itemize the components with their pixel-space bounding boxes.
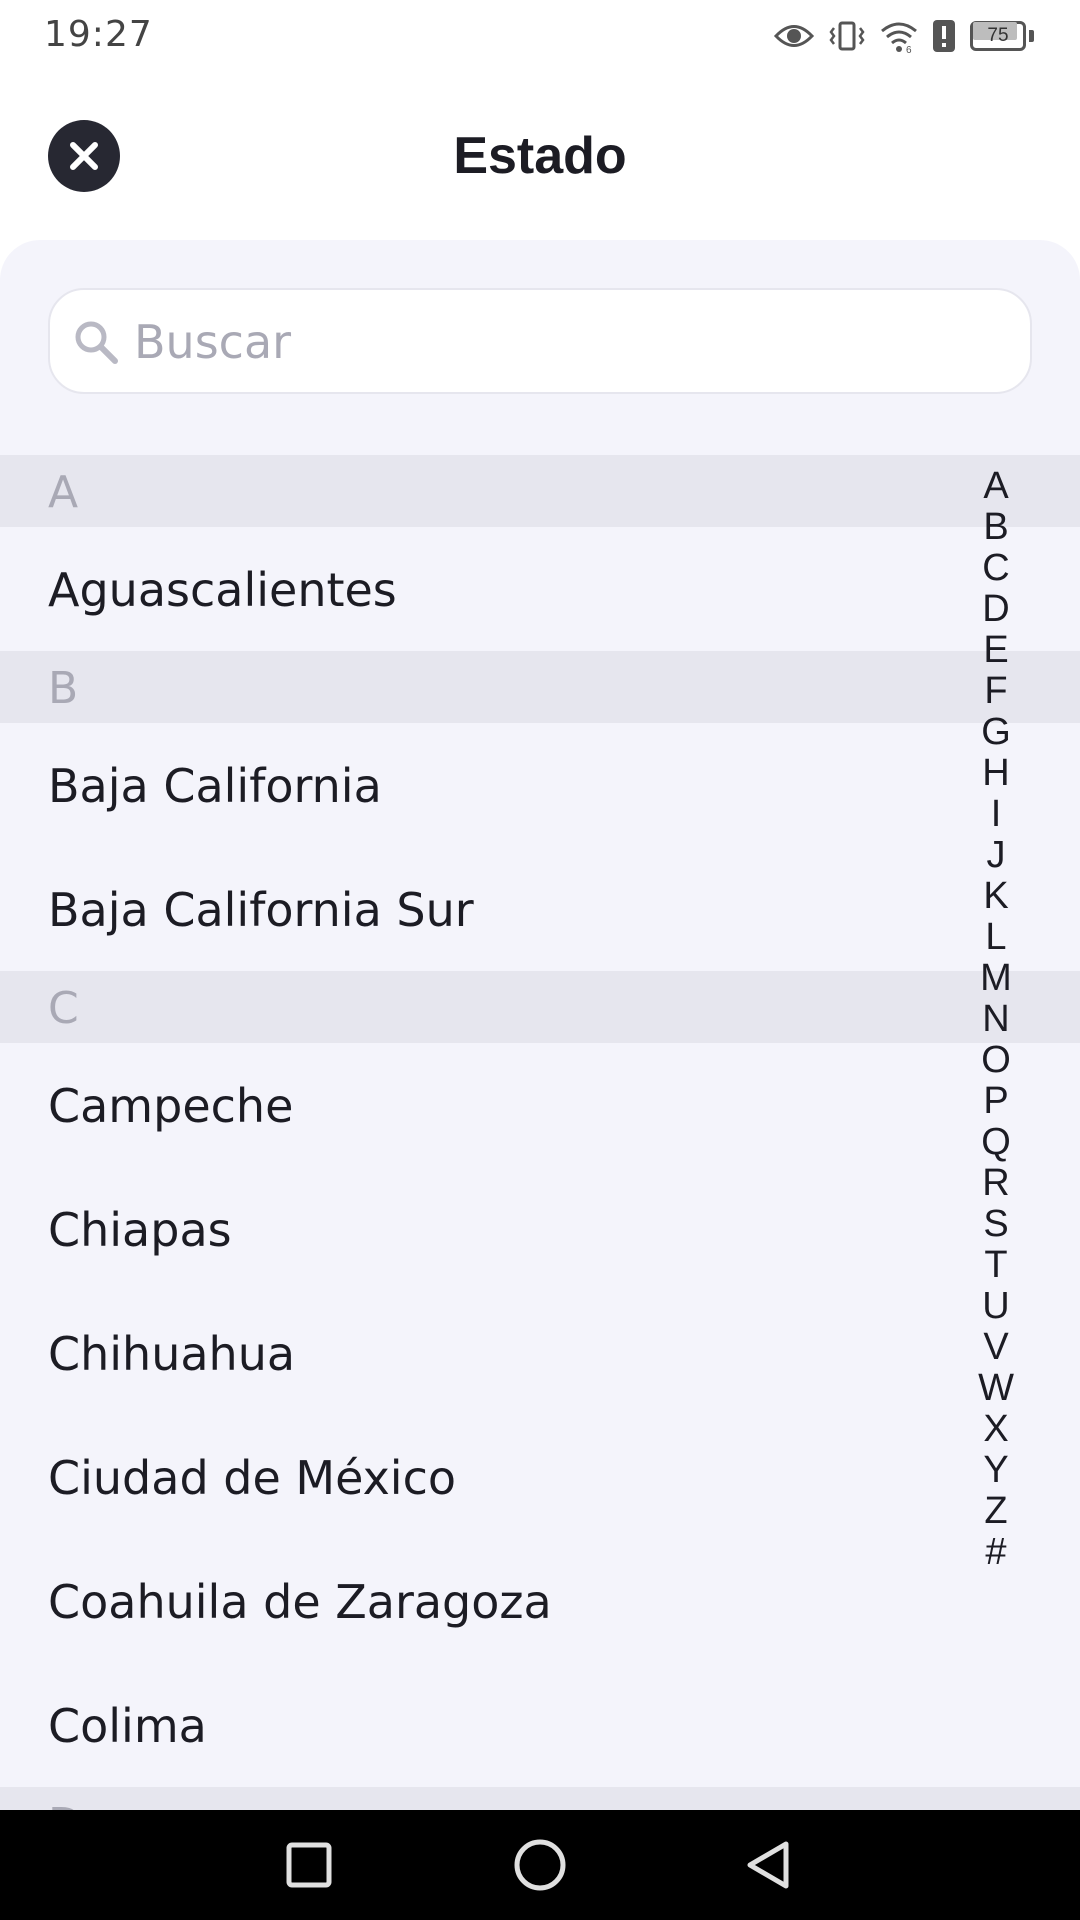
- state-picker-panel: A Aguascalientes B Baja California Baja …: [0, 240, 1080, 1810]
- wifi-icon: 6: [881, 22, 917, 53]
- list-item-label: Ciudad de México: [48, 1451, 457, 1505]
- section-letter: D: [48, 1799, 82, 1810]
- index-letter-d[interactable]: D: [982, 589, 1009, 630]
- index-letter-w[interactable]: W: [978, 1368, 1014, 1409]
- list-item-label: Chihuahua: [48, 1327, 296, 1381]
- section-header-d: D: [0, 1787, 1080, 1810]
- index-letter-z[interactable]: Z: [984, 1491, 1007, 1532]
- index-letter-h[interactable]: H: [982, 753, 1009, 794]
- alert-icon: [933, 20, 955, 52]
- section-letter: C: [48, 983, 79, 1034]
- index-letter-s[interactable]: S: [983, 1204, 1008, 1245]
- section-header-a: A: [0, 455, 1080, 527]
- index-letter-u[interactable]: U: [982, 1286, 1009, 1327]
- list-item-label: Baja California Sur: [48, 883, 474, 937]
- index-letter-i[interactable]: I: [991, 794, 1002, 835]
- state-list: A Aguascalientes B Baja California Baja …: [0, 455, 1080, 1810]
- list-item-aguascalientes[interactable]: Aguascalientes: [0, 527, 1080, 651]
- back-button[interactable]: [714, 1810, 824, 1920]
- recent-apps-icon: [286, 1842, 332, 1888]
- section-header-b: B: [0, 651, 1080, 723]
- index-letter-y[interactable]: Y: [983, 1450, 1008, 1491]
- status-bar: 19:27 6 75: [0, 0, 1080, 76]
- search-icon: [75, 321, 118, 364]
- index-letter-c[interactable]: C: [982, 548, 1009, 589]
- index-letter-n[interactable]: N: [982, 999, 1009, 1040]
- index-letter-v[interactable]: V: [983, 1327, 1008, 1368]
- index-letter-l[interactable]: L: [985, 917, 1006, 958]
- back-icon: [747, 1841, 789, 1889]
- index-letter-g[interactable]: G: [981, 712, 1011, 753]
- section-letter: A: [48, 467, 79, 518]
- index-letter-k[interactable]: K: [983, 876, 1008, 917]
- index-letter-a[interactable]: A: [983, 466, 1008, 507]
- eye-icon: [774, 25, 814, 47]
- svg-text:6: 6: [906, 45, 912, 53]
- list-item-chihuahua[interactable]: Chihuahua: [0, 1291, 1080, 1415]
- list-item-chiapas[interactable]: Chiapas: [0, 1167, 1080, 1291]
- search-input[interactable]: [132, 290, 1016, 394]
- index-letter-f[interactable]: F: [984, 671, 1007, 712]
- index-letter-m[interactable]: M: [980, 958, 1012, 999]
- vibrate-icon: [829, 21, 865, 51]
- index-letter-o[interactable]: O: [981, 1040, 1011, 1081]
- list-item-label: Colima: [48, 1699, 207, 1753]
- index-letter-b[interactable]: B: [983, 507, 1008, 548]
- battery-level: 75: [987, 25, 1009, 46]
- index-letter-r[interactable]: R: [982, 1163, 1009, 1204]
- header: Estado: [0, 96, 1080, 226]
- index-letter-q[interactable]: Q: [981, 1122, 1011, 1163]
- home-icon: [514, 1839, 566, 1891]
- list-item-campeche[interactable]: Campeche: [0, 1043, 1080, 1167]
- home-button[interactable]: [485, 1810, 595, 1920]
- list-item-label: Coahuila de Zaragoza: [48, 1575, 552, 1629]
- list-item-ciudad-de-mexico[interactable]: Ciudad de México: [0, 1415, 1080, 1539]
- index-letter-j[interactable]: J: [987, 835, 1006, 876]
- section-header-c: C: [0, 971, 1080, 1043]
- index-letter-p[interactable]: P: [983, 1081, 1008, 1122]
- index-letter-hash[interactable]: #: [985, 1532, 1006, 1573]
- recent-apps-button[interactable]: [254, 1810, 364, 1920]
- battery-icon: 75: [970, 19, 1034, 53]
- index-letter-x[interactable]: X: [983, 1409, 1008, 1450]
- list-item-label: Campeche: [48, 1079, 294, 1133]
- list-item-label: Aguascalientes: [48, 563, 397, 617]
- status-icons: 6 75: [774, 16, 1034, 56]
- status-time: 19:27: [44, 14, 153, 55]
- list-item-baja-california-sur[interactable]: Baja California Sur: [0, 847, 1080, 971]
- list-item-label: Chiapas: [48, 1203, 232, 1257]
- alphabet-index[interactable]: A B C D E F G H I J K L M N O P Q R S T …: [975, 466, 1017, 1573]
- search-box[interactable]: [48, 288, 1032, 394]
- list-item-baja-california[interactable]: Baja California: [0, 723, 1080, 847]
- page-title: Estado: [453, 127, 627, 185]
- list-item-label: Baja California: [48, 759, 382, 813]
- navigation-bar: [0, 1810, 1080, 1920]
- section-letter: B: [48, 663, 79, 714]
- index-letter-e[interactable]: E: [983, 630, 1008, 671]
- list-item-colima[interactable]: Colima: [0, 1663, 1080, 1787]
- index-letter-t[interactable]: T: [984, 1245, 1007, 1286]
- list-item-coahuila-de-zaragoza[interactable]: Coahuila de Zaragoza: [0, 1539, 1080, 1663]
